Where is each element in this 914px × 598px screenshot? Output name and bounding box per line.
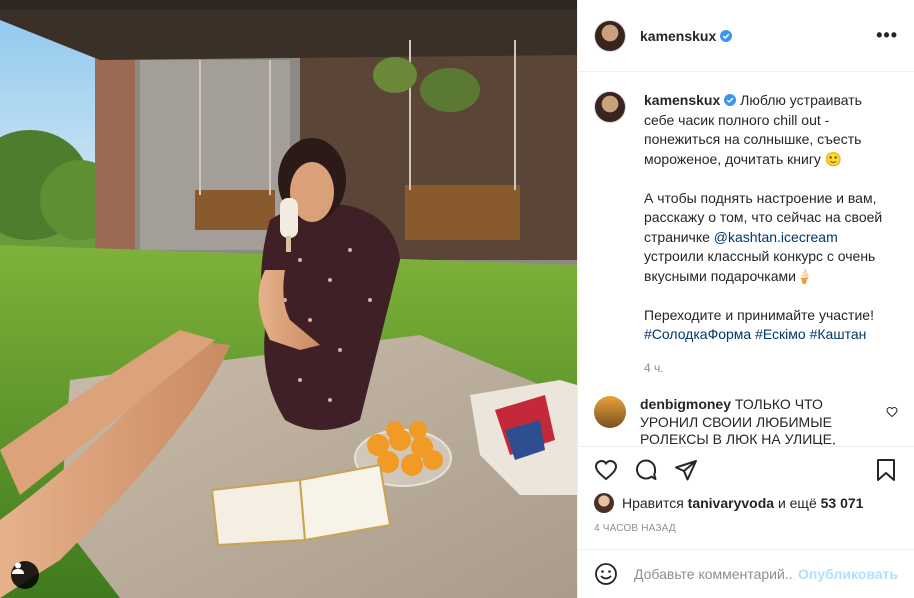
bookmark-icon[interactable] [874, 458, 898, 482]
heart-icon[interactable] [594, 458, 618, 482]
caption-para3: Переходите и принимайте участие! [644, 306, 874, 323]
list-item: denbigmoney ТОЛЬКО ЧТО УРОНИЛ СВОИИ ЛЮБИ… [594, 396, 898, 445]
avatar[interactable] [594, 493, 614, 513]
avatar[interactable] [594, 19, 626, 52]
likes-summary: Нравится tanivaryvoda и ещё 53 071 [594, 493, 898, 513]
caption-text: kamenskux Люблю устраивать себе часик по… [644, 91, 888, 378]
verified-badge-icon [724, 94, 737, 106]
hashtag-link[interactable]: #Каштан [810, 326, 867, 342]
share-icon[interactable] [674, 458, 698, 482]
caption-username[interactable]: kamenskux [644, 92, 720, 108]
post-photo[interactable] [0, 0, 577, 598]
post-caption: kamenskux Люблю устраивать себе часик по… [594, 91, 898, 378]
hashtag-link[interactable]: #Ескімо [755, 326, 806, 342]
likes-user[interactable]: tanivaryvoda [688, 495, 774, 511]
likes-prefix: Нравится [622, 495, 684, 511]
comment-like-heart-icon[interactable] [886, 406, 898, 418]
likes-suffix: и ещё [777, 495, 817, 511]
post-viewer: kamenskux ••• kamenskux Люблю устраивать… [0, 0, 914, 598]
add-comment-bar: Опубликовать [578, 549, 914, 598]
emoji-icon[interactable] [594, 562, 618, 586]
likes-count[interactable]: 53 071 [821, 495, 864, 511]
comment-icon[interactable] [634, 458, 658, 482]
caption-avatar[interactable] [594, 91, 626, 123]
header-username[interactable]: kamenskux [640, 28, 716, 44]
comment-text: denbigmoney ТОЛЬКО ЧТО УРОНИЛ СВОИИ ЛЮБИ… [640, 396, 862, 445]
post-header: kamenskux ••• [578, 0, 914, 72]
photo-illustration [0, 0, 577, 598]
publish-button[interactable]: Опубликовать [798, 566, 898, 582]
comment-input[interactable] [634, 566, 794, 582]
caption-para2-after: устроили классный конкурс с очень вкусны… [644, 248, 876, 284]
caption-time[interactable]: 4 ч. [644, 359, 888, 379]
user-tag-icon[interactable] [11, 561, 39, 589]
verified-badge-icon [720, 29, 733, 42]
post-timestamp[interactable]: 4 ЧАСОВ НАЗАД [594, 523, 898, 534]
mention-link[interactable]: @kashtan.icecream [714, 229, 838, 245]
action-icons [594, 447, 898, 493]
more-options-icon[interactable]: ••• [876, 25, 898, 46]
comments-list[interactable]: kamenskux Люблю устраивать себе часик по… [578, 73, 914, 445]
avatar[interactable] [594, 396, 626, 428]
comment-username[interactable]: denbigmoney [640, 396, 731, 412]
post-side-panel: kamenskux ••• kamenskux Люблю устраивать… [577, 0, 914, 598]
post-actions: Нравится tanivaryvoda и ещё 53 071 4 ЧАС… [578, 446, 914, 534]
hashtag-link[interactable]: #СолодкаФорма [644, 326, 751, 342]
